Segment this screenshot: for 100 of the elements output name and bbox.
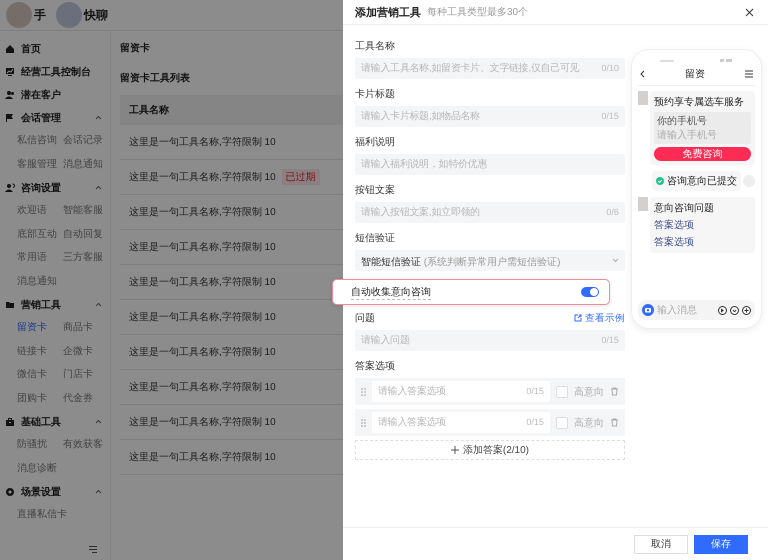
field-label: 工具名称 [355, 40, 395, 53]
brand-name: 快聊 [84, 6, 108, 24]
card-heading: 意向咨询问题 [654, 202, 715, 215]
field-label: 卡片标题 [355, 88, 395, 101]
sidebar-item[interactable]: 会话管理 [0, 106, 110, 129]
character-counter: 0/15 [601, 335, 619, 345]
sidebar-item[interactable]: 基础工具 [0, 410, 110, 433]
users-icon [5, 90, 15, 100]
checkbox[interactable] [556, 416, 568, 428]
sidebar-subitem[interactable]: 客服管理 [17, 152, 57, 176]
field-label: 福利说明 [355, 136, 395, 149]
drag-handle-icon[interactable] [361, 388, 366, 396]
cancel-button[interactable]: 取消 [634, 534, 688, 554]
field-placeholder: 请输入手机号 [656, 128, 718, 142]
consult-button[interactable]: 免费咨询 [654, 147, 751, 161]
sidebar-subitem[interactable]: 直播私信卡 [17, 503, 67, 526]
plus-icon [450, 446, 459, 454]
status-tag: 已过期 [282, 169, 320, 185]
table-cell-text: 这里是一句工具名称,字符限制 10 [129, 310, 276, 324]
sidebar-item[interactable]: 潜在客户 [0, 83, 110, 106]
table-cell-text: 这里是一句工具名称,字符限制 10 [129, 380, 276, 394]
sidebar-subitem[interactable]: 团购卡 [17, 386, 47, 410]
checkbox[interactable] [556, 386, 568, 398]
sidebar-subitem[interactable]: 商品卡 [63, 316, 93, 340]
user-icon [5, 182, 15, 192]
sidebar-subitem[interactable]: 三方客服 [63, 246, 103, 270]
field-label: 自动收集意向咨询 [351, 284, 431, 300]
drag-handle-icon[interactable] [361, 418, 366, 426]
phone-number-field[interactable]: 你的手机号 请输入手机号 [654, 112, 751, 144]
toggle-switch[interactable] [581, 287, 599, 297]
table-cell-text: 这里是一句工具名称,字符限制 10 [129, 206, 276, 219]
answer-link[interactable]: 答案选项 [654, 218, 751, 232]
sidebar-item[interactable]: 首页 [0, 37, 110, 60]
folder-icon [5, 300, 15, 310]
character-counter: 0/15 [601, 111, 619, 121]
check-circle-icon [656, 177, 664, 185]
message-text: 咨询意向已提交 [667, 174, 737, 188]
drawer-subtitle: 每种工具类型最多30个 [427, 6, 530, 19]
home-icon [5, 44, 15, 54]
select-value: 智能短信验证 (系统判断异常用户需短信验证) [361, 256, 560, 270]
example-link[interactable]: 查看示例 [574, 312, 625, 324]
column-header: 工具名称 [129, 104, 169, 117]
trash-icon[interactable] [610, 418, 619, 427]
sidebar-item[interactable]: 营销工具 [0, 293, 110, 316]
avatar [638, 91, 648, 105]
sidebar-subitem[interactable]: 门店卡 [63, 363, 93, 386]
card-heading: 预约享专属选车服务 [654, 96, 745, 109]
page-title: 留资卡 [120, 42, 150, 55]
table-cell-text: 这里是一句工具名称,字符限制 10 [129, 346, 276, 359]
checkbox-label: 高意向 [574, 386, 604, 398]
drawer-title: 添加营销工具 [355, 6, 421, 20]
sidebar-subitem[interactable]: 底部互动 [17, 222, 57, 246]
table-cell-text: 这里是一句工具名称,字符限制 10 [129, 240, 276, 254]
table-cell-text: 这里是一句工具名称,字符限制 10 [129, 170, 276, 184]
sidebar-subitem[interactable]: 消息通知 [17, 270, 57, 293]
avatar [56, 2, 82, 28]
character-counter: 0/6 [606, 207, 619, 217]
camera-icon [642, 304, 654, 316]
sidebar-subitem[interactable]: 留资卡 [17, 316, 47, 340]
answer-link[interactable]: 答案选项 [654, 235, 751, 249]
table-cell-text: 这里是一句工具名称,字符限制 10 [129, 416, 276, 429]
close-button[interactable] [743, 6, 756, 18]
send-icon [718, 306, 727, 314]
save-button[interactable]: 保存 [694, 534, 748, 554]
back-icon[interactable] [640, 70, 645, 78]
sidebar-subitem[interactable]: 欢迎语 [17, 199, 47, 222]
sidebar-subitem[interactable]: 微信卡 [17, 363, 47, 386]
field-label: 按钮文案 [355, 184, 395, 197]
sidebar-item[interactable]: 经营工具控制台 [0, 60, 110, 83]
sidebar-subitem[interactable]: 有效获客 [63, 433, 103, 456]
sidebar-item[interactable]: 咨询设置 [0, 176, 110, 199]
sidebar-subitem[interactable]: 自动回复 [63, 222, 103, 246]
field-label: 短信验证 [355, 232, 395, 245]
input-field[interactable]: 请输入福利说明，如特价优惠 [355, 154, 625, 175]
character-counter: 0/15 [526, 386, 544, 396]
select-field[interactable]: 智能短信验证 (系统判断异常用户需短信验证) [355, 250, 625, 271]
sidebar-subitem[interactable]: 消息通知 [63, 152, 103, 176]
sidebar-subitem[interactable]: 消息诊断 [17, 456, 57, 480]
briefcase-icon [5, 416, 15, 426]
sidebar-subitem[interactable]: 防骚扰 [17, 433, 47, 456]
sidebar-subitem[interactable]: 私信咨询 [17, 129, 57, 152]
sidebar-subitem[interactable]: 会话记录 [63, 129, 103, 152]
section-title: 留资卡工具列表 [120, 72, 190, 85]
sidebar-item[interactable]: 场景设置 [0, 480, 110, 503]
chevron-down-icon [612, 258, 619, 263]
preview-title: 留资 [684, 68, 705, 81]
checkbox-label: 高意向 [574, 416, 604, 430]
sidebar-subitem[interactable]: 智能客服 [63, 199, 103, 222]
table-cell-text: 这里是一句工具名称,字符限制 10 [129, 136, 276, 149]
field-label: 答案选项 [355, 360, 395, 373]
sidebar-subitem[interactable]: 链接卡 [17, 340, 47, 363]
trash-icon[interactable] [610, 387, 619, 396]
menu-icon[interactable] [745, 70, 753, 78]
sidebar-subitem[interactable]: 常用语 [17, 246, 47, 270]
message-input[interactable]: 输入消息 [638, 300, 755, 320]
add-answer-button[interactable]: 添加答案(2/10) [355, 440, 625, 460]
character-counter: 0/10 [601, 63, 619, 73]
sidebar-subitem[interactable]: 代金券 [63, 386, 93, 410]
chart-icon [5, 66, 15, 76]
sidebar-subitem[interactable]: 企微卡 [63, 340, 93, 363]
